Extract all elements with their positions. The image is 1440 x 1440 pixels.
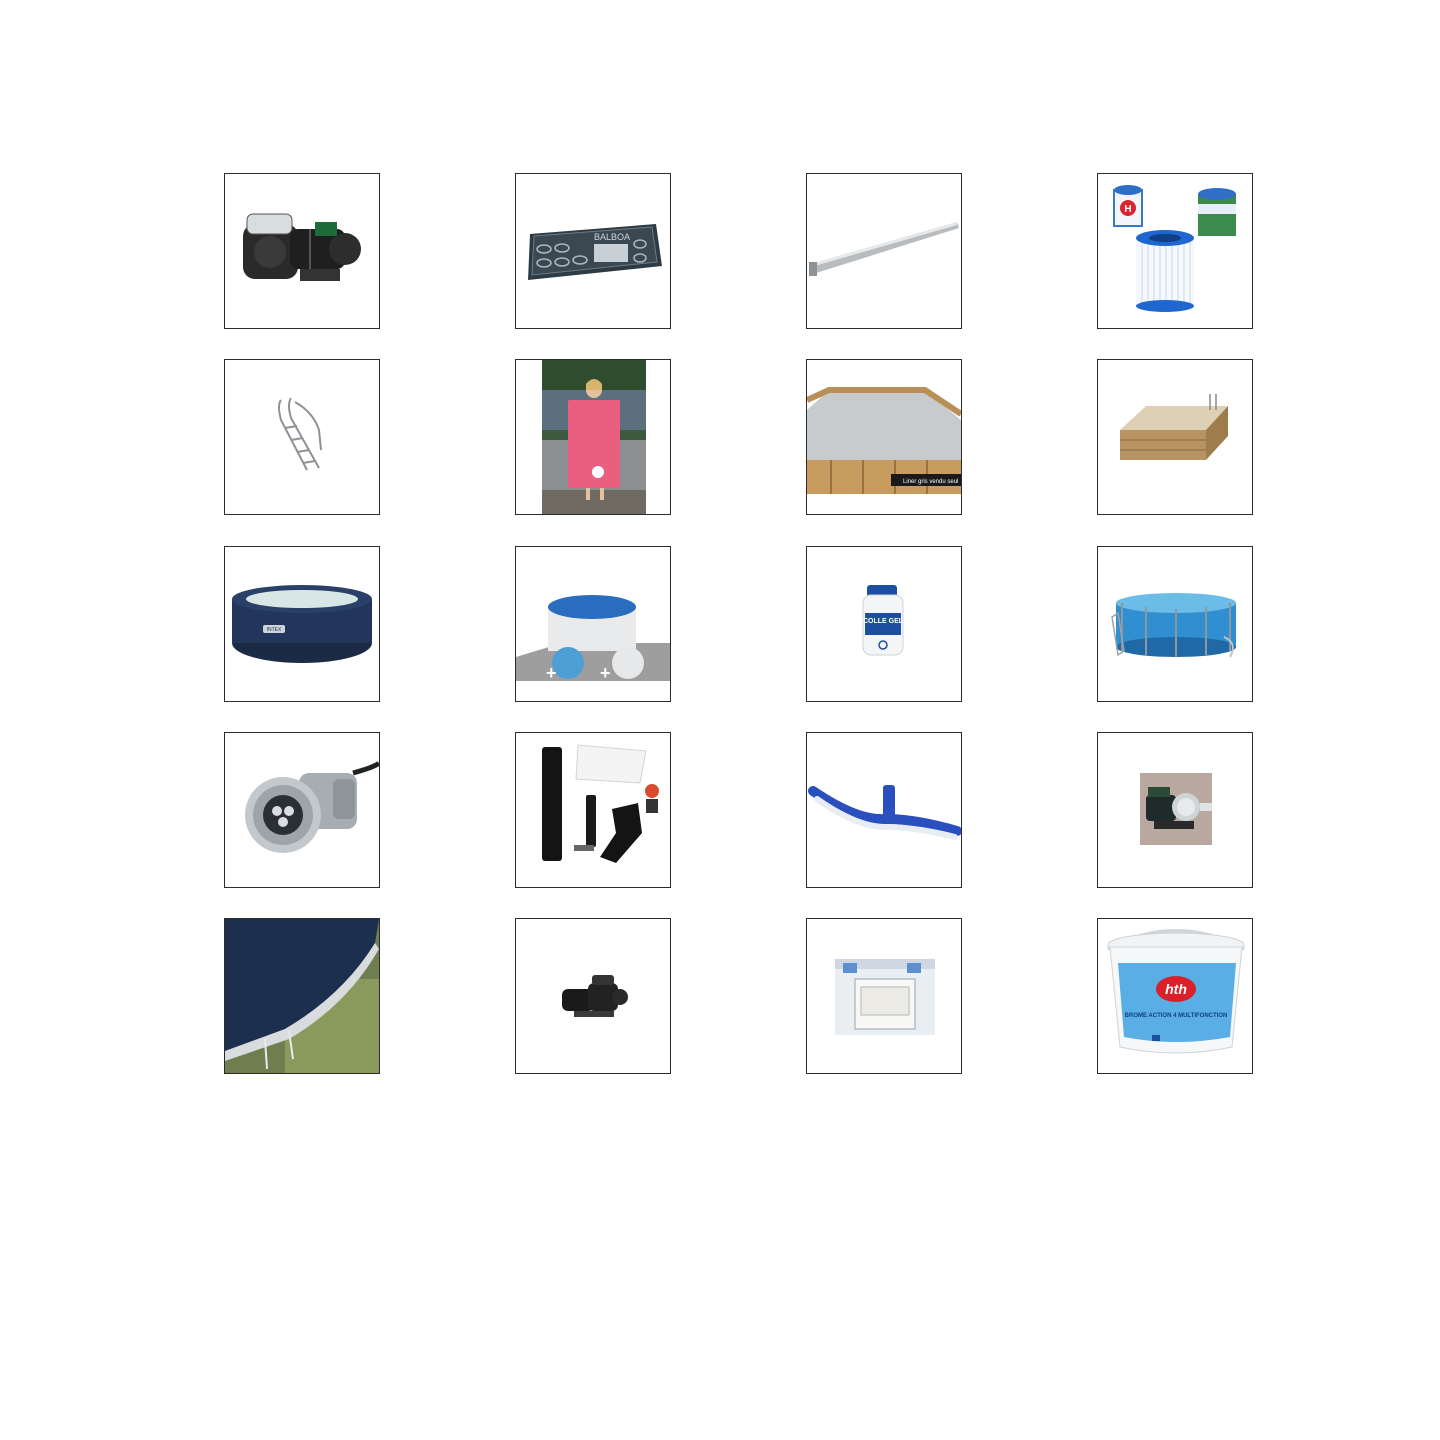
bromine-label-text: BROME ACTION 4 MULTIFONCTION: [1125, 1013, 1228, 1019]
balboa-brand-text: BALBOA: [594, 232, 630, 242]
product-tile-wooden-pool-octagonal[interactable]: Liner gris vendu seul: [806, 359, 962, 515]
product-tile-bromine-bucket[interactable]: hth BROME ACTION 4 MULTIFONCTION: [1097, 918, 1253, 1074]
inflatable-spa-icon: INTEX: [232, 585, 372, 663]
pvc-glue-jar-icon: COLLE GEL: [862, 585, 904, 656]
aluminium-profile-icon: [809, 222, 959, 276]
frame-pool-icon: [1111, 593, 1236, 658]
bromine-bucket-icon: hth BROME ACTION 4 MULTIFONCTION: [1107, 929, 1245, 1054]
product-tile-filter-cartridges[interactable]: H: [1097, 173, 1253, 329]
skimmer-box-icon: [835, 959, 935, 1035]
steel-pool-with-cover-icon: + +: [516, 595, 670, 683]
small-pump-icon: [562, 975, 628, 1017]
product-tile-aluminium-profile[interactable]: [806, 173, 962, 329]
winter-cover-icon: [225, 919, 379, 1073]
cartridge-h-badge: H: [1124, 204, 1131, 215]
wooden-pool-octagonal-icon: Liner gris vendu seul: [807, 360, 961, 514]
product-tile-pool-ladder[interactable]: [224, 359, 380, 515]
liner-caption: Liner gris vendu seul: [903, 479, 958, 485]
product-tile-pink-poncho-towel[interactable]: [515, 359, 671, 515]
product-tile-vacuum-kit[interactable]: [515, 732, 671, 888]
glue-label-text: COLLE GEL: [863, 618, 904, 625]
plus-sign-2: +: [600, 663, 611, 683]
product-tile-winter-cover[interactable]: [224, 918, 380, 1074]
product-tile-inflatable-spa[interactable]: INTEX: [224, 546, 380, 702]
led-spotlight-icon: [245, 761, 379, 853]
product-tile-wooden-pool-rectangular[interactable]: [1097, 359, 1253, 515]
product-tile-pvc-glue-jar[interactable]: COLLE GEL: [806, 546, 962, 702]
plus-sign-1: +: [546, 663, 557, 683]
product-tile-wall-brush[interactable]: [806, 732, 962, 888]
product-tile-spa-control-panel[interactable]: BALBOA: [515, 173, 671, 329]
wall-brush-icon: [808, 785, 961, 840]
pool-ladder-icon: [278, 397, 322, 471]
product-tile-led-spotlight[interactable]: [224, 732, 380, 888]
product-image-grid: BALBOA H Liner gris vendu seul INTEX + +…: [0, 0, 1440, 1440]
product-tile-steel-pool-with-cover[interactable]: + +: [515, 546, 671, 702]
hth-brand-text: hth: [1165, 981, 1187, 997]
pink-poncho-towel-icon: [516, 360, 670, 514]
product-tile-pool-pump[interactable]: [224, 173, 380, 329]
vacuum-kit-icon: [542, 744, 659, 863]
pool-pump-photo-icon: [1140, 773, 1212, 845]
intex-brand-text: INTEX: [267, 627, 282, 633]
product-tile-pool-pump-photo[interactable]: [1097, 732, 1253, 888]
pool-pump-icon: [243, 213, 361, 281]
product-tile-skimmer-box[interactable]: [806, 918, 962, 1074]
wooden-pool-rectangular-icon: [1120, 394, 1228, 460]
product-tile-frame-pool[interactable]: [1097, 546, 1253, 702]
filter-cartridges-icon: H: [1113, 185, 1236, 312]
product-tile-small-pump[interactable]: [515, 918, 671, 1074]
spa-control-panel-icon: BALBOA: [528, 224, 662, 280]
